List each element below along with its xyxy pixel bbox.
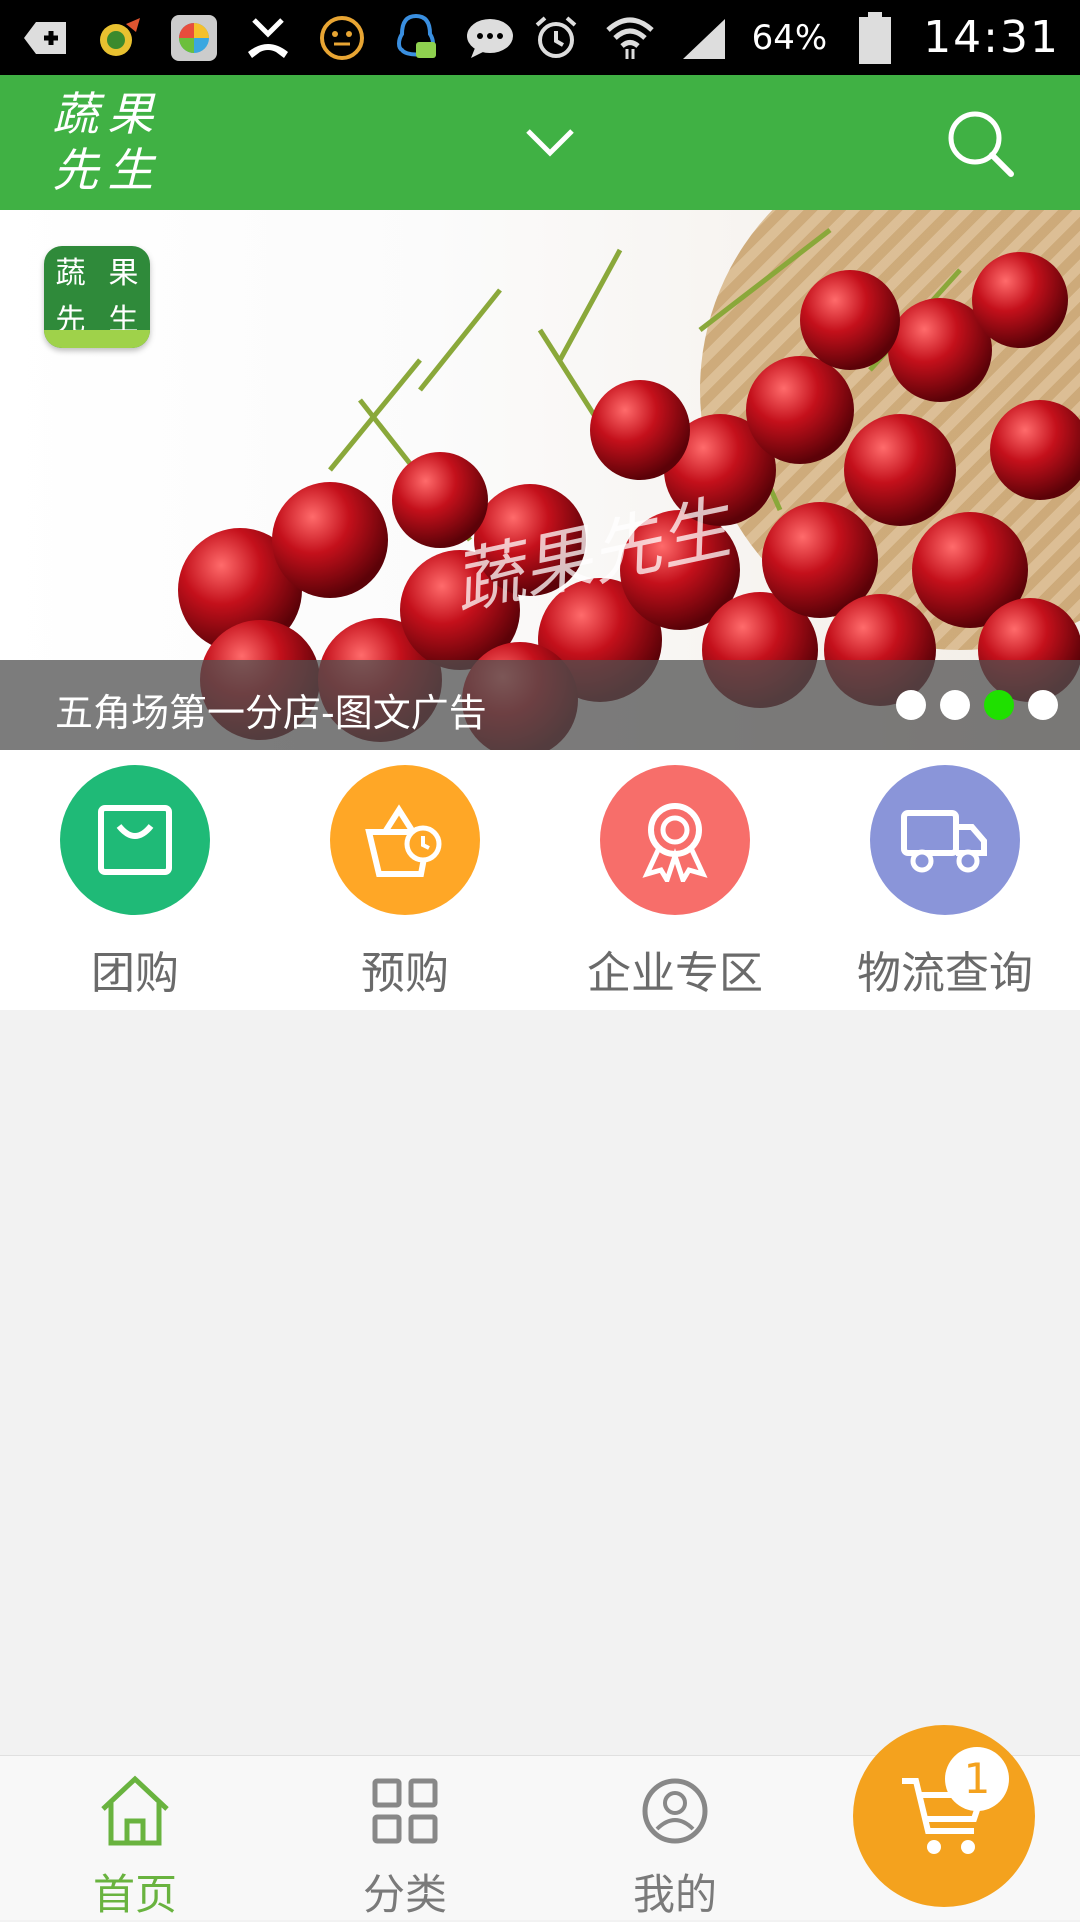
cart-button[interactable]: 1	[853, 1725, 1035, 1907]
logo-char: 蔬	[52, 87, 99, 141]
logo-char: 先	[52, 143, 99, 197]
menu-label: 预购	[361, 948, 449, 999]
tab-categories[interactable]: 分类	[305, 1771, 505, 1922]
menu-logistics[interactable]: 物流查询	[810, 750, 1080, 1010]
smiley-notification-icon	[316, 12, 368, 64]
qq-notification-icon	[390, 12, 442, 64]
banner-carousel[interactable]: 蔬 果 先 生 蔬果先生 五角场第一分店-图文广告	[0, 210, 1080, 750]
clock: 14:31	[923, 12, 1060, 63]
cart-count-badge: 1	[945, 1747, 1009, 1811]
badge-char: 果	[108, 256, 139, 291]
tab-home[interactable]: 首页	[35, 1771, 235, 1922]
signal-icon	[678, 12, 730, 64]
brand-badge: 蔬 果 先 生	[44, 246, 150, 348]
browser-notification-icon	[168, 12, 220, 64]
grid-icon	[365, 1771, 445, 1851]
battery-percent: 64%	[751, 17, 828, 58]
logo-char: 生	[107, 143, 154, 197]
battery-icon	[849, 11, 901, 64]
message-notification-icon	[464, 12, 516, 64]
wifi-icon	[604, 12, 656, 64]
carousel-dot[interactable]	[940, 690, 970, 720]
carousel-dot[interactable]	[896, 690, 926, 720]
menu-label: 团购	[91, 948, 179, 999]
delivery-truck-icon	[870, 765, 1020, 915]
award-ribbon-icon	[600, 765, 750, 915]
tab-label: 分类	[362, 1870, 447, 1919]
status-bar: 64% 14:31	[0, 0, 1080, 75]
home-icon	[95, 1771, 175, 1851]
carousel-dot-active[interactable]	[984, 690, 1014, 720]
menu-label: 企业专区	[587, 948, 763, 999]
quick-menu: 团购 预购 企业专区 物流查询	[0, 750, 1080, 1010]
notification-icons	[20, 12, 516, 64]
top-nav-bar: 蔬 果 先 生	[0, 75, 1080, 210]
logo-char: 果	[107, 87, 154, 141]
back-notification-icon	[20, 12, 72, 64]
menu-group-buy[interactable]: 团购	[0, 750, 270, 1010]
app-logo[interactable]: 蔬 果 先 生	[48, 87, 158, 199]
badge-char: 先	[55, 303, 86, 338]
banner-caption: 五角场第一分店-图文广告	[55, 691, 487, 735]
badge-char: 蔬	[55, 256, 86, 291]
alarm-icon	[530, 12, 582, 64]
search-icon[interactable]	[945, 108, 1015, 178]
system-icons: 64% 14:31	[530, 11, 1060, 64]
missed-call-icon	[242, 12, 294, 64]
basket-clock-icon	[330, 765, 480, 915]
tab-label: 首页	[92, 1870, 177, 1919]
shopping-bag-icon	[60, 765, 210, 915]
app-notification-icon	[94, 12, 146, 64]
banner-caption-bar: 五角场第一分店-图文广告	[0, 660, 1080, 750]
tab-label: 我的	[632, 1870, 717, 1919]
menu-pre-order[interactable]: 预购	[270, 750, 540, 1010]
menu-enterprise-zone[interactable]: 企业专区	[540, 750, 810, 1010]
carousel-dot[interactable]	[1028, 690, 1058, 720]
user-icon	[635, 1771, 715, 1851]
menu-label: 物流查询	[857, 948, 1033, 999]
carousel-indicators	[896, 690, 1058, 720]
tab-profile[interactable]: 我的	[575, 1771, 775, 1922]
badge-char: 生	[108, 303, 139, 338]
chevron-down-icon[interactable]	[520, 113, 580, 173]
